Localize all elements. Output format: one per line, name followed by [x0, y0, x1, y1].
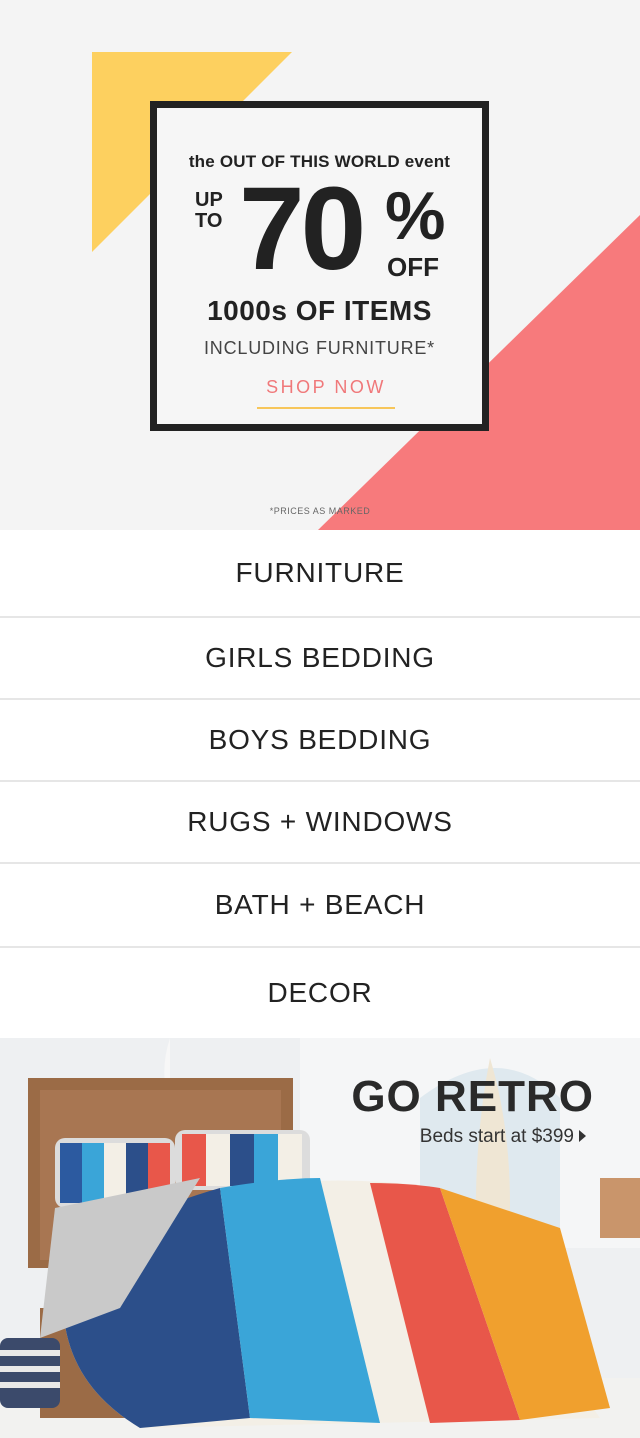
category-bath-beach[interactable]: BATH + BEACH — [0, 864, 640, 948]
category-list: FURNITURE GIRLS BEDDING BOYS BEDDING RUG… — [0, 530, 640, 1038]
promo-up-to: UP TO — [195, 189, 223, 232]
go-retro-banner[interactable]: GO RETRO Beds start at $399 — [0, 1038, 640, 1438]
promo-off: OFF — [387, 252, 439, 282]
shop-now-link[interactable]: SHOP NOW — [257, 377, 395, 409]
category-girls-bedding[interactable]: GIRLS BEDDING — [0, 618, 640, 700]
promo-box: the OUT OF THIS WORLD event UP TO 70 % O… — [150, 101, 489, 431]
promo-percent: 70 — [239, 163, 366, 295]
category-furniture[interactable]: FURNITURE — [0, 530, 640, 618]
category-rugs-windows[interactable]: RUGS + WINDOWS — [0, 782, 640, 864]
promo-percent-sign: % — [385, 178, 446, 254]
category-decor[interactable]: DECOR — [0, 948, 640, 1038]
promo-including: INCLUDING FURNITURE* — [203, 338, 435, 358]
hero-promo-banner[interactable]: the OUT OF THIS WORLD event UP TO 70 % O… — [0, 0, 640, 530]
promo-items: 1000s OF ITEMS — [207, 295, 432, 326]
retro-price-link[interactable]: Beds start at $399 — [420, 1126, 574, 1148]
caret-right-icon — [579, 1130, 586, 1142]
category-boys-bedding[interactable]: BOYS BEDDING — [0, 700, 640, 782]
retro-title: GO RETRO — [351, 1072, 594, 1121]
prices-note: *PRICES AS MARKED — [269, 506, 371, 516]
